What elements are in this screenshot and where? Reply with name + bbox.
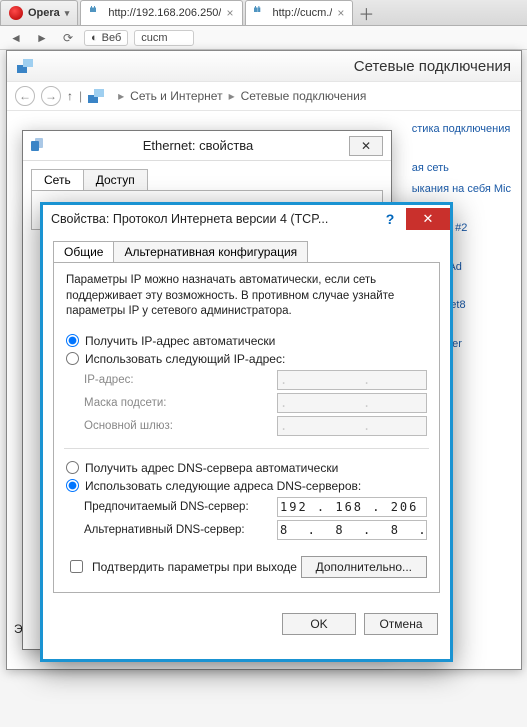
new-tab-button[interactable]: ＋ xyxy=(355,0,377,25)
field-gateway: Основной шлюз: xyxy=(84,416,427,436)
globe-icon: ◐ xyxy=(91,32,98,44)
description-text: Параметры IP можно назначать автоматичес… xyxy=(66,273,427,320)
field-ip-address: IP-адрес: xyxy=(84,370,427,390)
ipv4-properties-dialog: Свойства: Протокол Интернета версии 4 (T… xyxy=(40,202,453,662)
radio-label: Использовать следующий IP-адрес: xyxy=(85,352,285,366)
radio-ip-manual[interactable]: Использовать следующий IP-адрес: xyxy=(66,352,427,366)
radio-input[interactable] xyxy=(66,352,79,365)
cisco-icon xyxy=(89,7,103,19)
advanced-button[interactable]: Дополнительно... xyxy=(301,556,427,578)
field-label: Альтернативный DNS-сервер: xyxy=(84,524,245,536)
window-title: Ethernet: свойства xyxy=(47,138,349,153)
tab-label: http://192.168.206.250/ xyxy=(108,7,221,19)
general-panel: Параметры IP можно назначать автоматичес… xyxy=(53,262,440,593)
radio-input[interactable] xyxy=(66,461,79,474)
tab-general[interactable]: Общие xyxy=(53,241,114,262)
subnet-mask-input xyxy=(277,393,427,413)
dialog-title: Свойства: Протокол Интернета версии 4 (T… xyxy=(51,212,374,226)
field-dns-preferred: Предпочитаемый DNS-сервер: xyxy=(84,497,427,517)
radio-label: Использовать следующие адреса DNS-сервер… xyxy=(85,479,361,493)
tab-menu-icon[interactable]: ▾ xyxy=(65,8,70,19)
address-text: cucm xyxy=(141,32,167,44)
checkbox-label: Подтвердить параметры при выходе xyxy=(92,560,297,574)
bottom-row: Подтвердить параметры при выходе Дополни… xyxy=(66,556,427,578)
web-search-pill[interactable]: ◐ Веб xyxy=(84,30,128,46)
tab-network[interactable]: Сеть xyxy=(31,169,84,190)
browser-tabs: Opera ▾ http://192.168.206.250/ × http:/… xyxy=(0,0,527,26)
radio-input[interactable] xyxy=(66,479,79,492)
tab-access[interactable]: Доступ xyxy=(83,169,148,190)
explorer-nav: ← → ↑ | ▸ Сеть и Интернет ▸ Сетевые подк… xyxy=(7,81,521,111)
close-icon[interactable]: × xyxy=(226,6,233,20)
separator xyxy=(64,448,429,449)
tab-2[interactable]: http://cucm./ × xyxy=(245,0,354,25)
checkbox-input[interactable] xyxy=(70,560,83,573)
field-label: Предпочитаемый DNS-сервер: xyxy=(84,501,249,513)
tab-opera[interactable]: Opera ▾ xyxy=(0,0,78,25)
radio-dns-manual[interactable]: Использовать следующие адреса DNS-сервер… xyxy=(66,479,427,493)
field-label: IP-адрес: xyxy=(84,374,134,386)
close-icon[interactable]: × xyxy=(337,6,344,20)
radio-ip-auto[interactable]: Получить IP-адрес автоматически xyxy=(66,334,427,348)
field-label: Основной шлюз: xyxy=(84,420,173,432)
titlebar: Свойства: Протокол Интернета версии 4 (T… xyxy=(43,205,450,233)
radio-label: Получить адрес DNS-сервера автоматически xyxy=(85,461,338,475)
network-icon xyxy=(88,89,104,103)
dns-alternate-input[interactable] xyxy=(277,520,427,540)
forward-button[interactable]: ► xyxy=(32,29,52,47)
nav-back-button[interactable]: ← xyxy=(15,86,35,106)
eth-tabs: Сеть Доступ xyxy=(23,161,391,190)
dialog-buttons: OK Отмена xyxy=(43,603,450,645)
browser-toolbar: ◄ ► ⟳ ◐ Веб cucm xyxy=(0,26,527,50)
tab-label: http://cucm./ xyxy=(273,7,333,19)
ethernet-icon xyxy=(31,138,47,154)
field-subnet-mask: Маска подсети: xyxy=(84,393,427,413)
titlebar: Ethernet: свойства ✕ xyxy=(23,131,391,161)
address-fragment[interactable]: cucm xyxy=(134,30,194,46)
tab-1[interactable]: http://192.168.206.250/ × xyxy=(80,0,242,25)
tab-label: Opera xyxy=(28,7,60,19)
radio-input[interactable] xyxy=(66,334,79,347)
close-button[interactable]: ✕ xyxy=(406,208,450,230)
reload-button[interactable]: ⟳ xyxy=(58,29,78,47)
breadcrumb-item[interactable]: Сетевые подключения xyxy=(241,89,367,103)
window-title: Сетевые подключения xyxy=(354,58,511,75)
tab-alternative[interactable]: Альтернативная конфигурация xyxy=(113,241,308,262)
network-icon xyxy=(17,59,33,73)
breadcrumb-item[interactable]: Сеть и Интернет xyxy=(130,89,222,103)
dns-preferred-input[interactable] xyxy=(277,497,427,517)
cancel-button[interactable]: Отмена xyxy=(364,613,438,635)
fragment: стика подключения xyxy=(412,119,511,140)
nav-forward-button[interactable]: → xyxy=(41,86,61,106)
radio-dns-auto[interactable]: Получить адрес DNS-сервера автоматически xyxy=(66,461,427,475)
radio-label: Получить IP-адрес автоматически xyxy=(85,334,275,348)
back-button[interactable]: ◄ xyxy=(6,29,26,47)
nav-up-icon[interactable]: ↑ xyxy=(67,89,73,103)
field-dns-alternate: Альтернативный DNS-сервер: xyxy=(84,520,427,540)
help-button[interactable]: ? xyxy=(374,208,406,230)
titlebar: Сетевые подключения xyxy=(7,51,521,81)
ok-button[interactable]: OK xyxy=(282,613,356,635)
field-label: Маска подсети: xyxy=(84,397,166,409)
fragment: ая сеть ыкания на себя Mic xyxy=(412,158,511,200)
cisco-icon xyxy=(254,7,268,19)
confirm-on-exit-checkbox[interactable]: Подтвердить параметры при выходе xyxy=(66,557,297,576)
close-button[interactable]: ✕ xyxy=(349,136,383,156)
ip-address-input xyxy=(277,370,427,390)
opera-icon xyxy=(9,6,23,20)
gateway-input xyxy=(277,416,427,436)
ip-tabs: Общие Альтернативная конфигурация xyxy=(43,233,450,262)
web-search-label: Веб xyxy=(102,32,122,44)
